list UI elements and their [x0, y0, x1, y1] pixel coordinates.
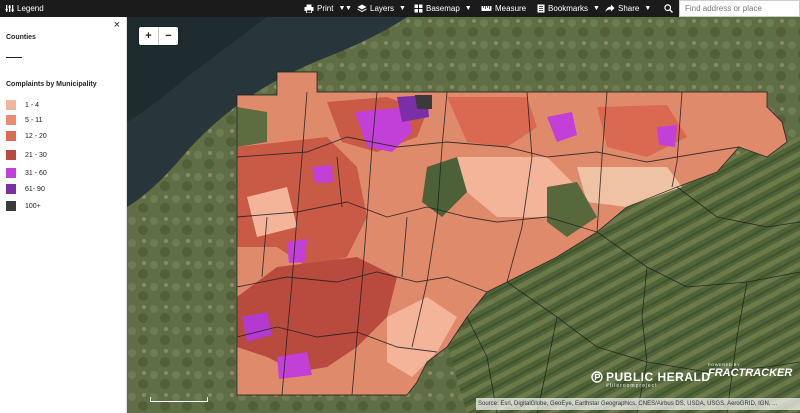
map-view[interactable]: [127, 17, 800, 413]
search-button[interactable]: [664, 0, 673, 17]
printer-icon: [304, 4, 314, 13]
legend-class-label: 100+: [25, 202, 41, 210]
legend-toggle[interactable]: Legend: [5, 0, 44, 17]
layers-button[interactable]: Layers ▼: [357, 0, 406, 17]
chevron-down-icon: ▼: [399, 5, 406, 12]
public-herald-mark-icon: [591, 371, 603, 383]
search-placeholder: Find address or place: [685, 4, 762, 13]
legend-swatch: [6, 131, 16, 141]
chevron-down-icon: ▼: [464, 5, 472, 12]
bookmark-icon: [537, 4, 545, 13]
chevron-down-icon: ▼: [345, 5, 352, 12]
fractracker-wordmark: FRACTRACKER: [708, 367, 793, 379]
legend-class-100-plus: 100+: [6, 200, 41, 212]
share-button[interactable]: Share ▼: [605, 0, 651, 17]
map-attribution: Source: Esri, DigitalGlobe, GeoEye, Eart…: [476, 398, 800, 410]
legend-class-12-20: 12 - 20: [6, 130, 47, 142]
legend-panel: × Counties Complaints by Municipality 1 …: [0, 17, 127, 413]
legend-class-31-60: 31 - 60: [6, 167, 47, 179]
legend-class-label: 5 - 11: [25, 116, 43, 124]
zoom-control: + −: [139, 27, 178, 45]
legend-swatch: [6, 168, 16, 178]
zoom-in-button[interactable]: +: [139, 27, 159, 45]
ruler-icon: [481, 6, 492, 11]
legend-class-1-4: 1 - 4: [6, 99, 39, 111]
print-label: Print: [317, 4, 334, 13]
public-herald-tagline: #fileroomproject: [606, 383, 658, 389]
legend-class-5-11: 5 - 11: [6, 114, 42, 126]
print-button[interactable]: Print ▼: [304, 0, 345, 17]
legend-label: Legend: [17, 4, 44, 13]
bookmarks-label: Bookmarks: [548, 4, 589, 13]
close-icon[interactable]: ×: [114, 19, 120, 31]
legend-swatch: [6, 201, 16, 211]
search-input[interactable]: Find address or place: [679, 0, 800, 17]
scale-bar: [150, 397, 208, 402]
legend-swatch: [6, 184, 16, 194]
chevron-down-icon: ▼: [593, 5, 600, 12]
counties-layer-title: Counties: [6, 34, 36, 41]
fractracker-logo: POWERED BY FRACTRACKER: [708, 362, 792, 379]
basemap-icon: [414, 4, 423, 13]
layers-label: Layers: [370, 4, 395, 13]
legend-class-61-90: 61- 90: [6, 183, 45, 195]
chevron-down-icon: ▼: [644, 5, 652, 12]
legend-class-label: 61- 90: [25, 185, 45, 193]
complaints-layer-title: Complaints by Municipality: [6, 81, 97, 88]
bookmarks-button[interactable]: Bookmarks ▼: [537, 0, 600, 17]
legend-class-label: 12 - 20: [25, 132, 47, 140]
legend-class-label: 31 - 60: [25, 169, 47, 177]
county-boundary-swatch: [6, 57, 22, 58]
share-label: Share: [618, 4, 640, 13]
legend-swatch: [6, 150, 16, 160]
layers-icon: [357, 4, 367, 13]
print-menu-caret[interactable]: ▼: [343, 0, 352, 17]
measure-label: Measure: [495, 4, 527, 13]
satellite-basemap: [127, 17, 800, 413]
legend-icon: [5, 5, 14, 12]
public-herald-wordmark: PUBLIC HERALD: [606, 370, 711, 384]
zoom-out-button[interactable]: −: [159, 27, 178, 45]
legend-swatch: [6, 100, 16, 110]
legend-class-21-30: 21 - 30: [6, 149, 47, 161]
legend-class-label: 21 - 30: [25, 151, 47, 159]
basemap-label: Basemap: [426, 4, 460, 13]
measure-button[interactable]: Measure: [481, 0, 526, 17]
public-herald-logo: PUBLIC HERALD #fileroomproject: [591, 367, 711, 389]
legend-swatch: [6, 115, 16, 125]
basemap-button[interactable]: Basemap ▼: [414, 0, 472, 17]
search-icon: [664, 4, 673, 13]
legend-class-label: 1 - 4: [25, 101, 40, 109]
top-toolbar: Legend Print ▼ ▼ Layers ▼ Basemap ▼ Meas…: [0, 0, 800, 17]
share-icon: [605, 4, 615, 12]
